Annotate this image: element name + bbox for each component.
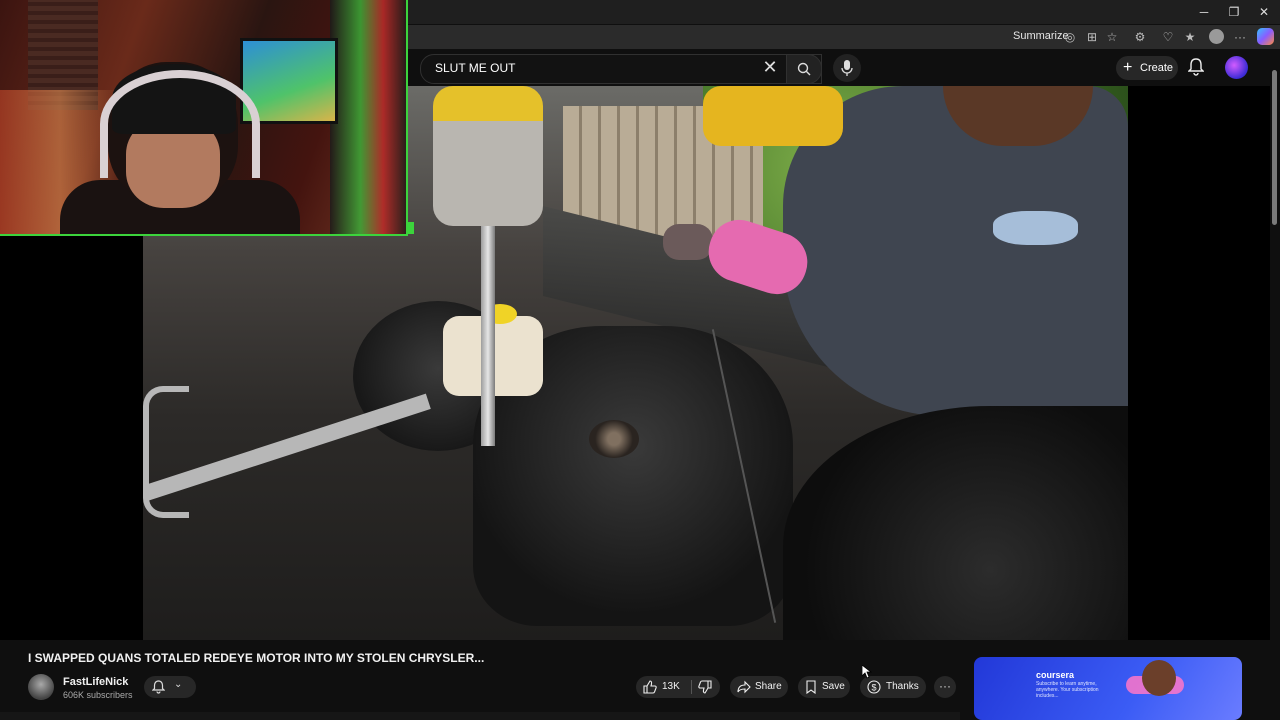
like-count[interactable]: 13K [662, 676, 680, 698]
performance-icon[interactable]: ♡ [1160, 29, 1176, 45]
video-glove-left [663, 224, 713, 260]
super-thanks-icon: $ [867, 680, 881, 694]
sidebar-ad[interactable] [974, 657, 1242, 720]
share-label: Share [755, 681, 782, 692]
account-avatar[interactable] [1225, 56, 1248, 79]
webcam-border-corner [406, 222, 414, 234]
video-impact-drill [433, 86, 543, 226]
browser-toolbar [408, 25, 1280, 49]
reader-icon[interactable]: ◎ [1062, 29, 1078, 45]
summarize-button[interactable]: Summarize [1013, 30, 1069, 42]
copilot-icon[interactable] [1257, 28, 1274, 45]
profile-avatar[interactable] [1209, 29, 1224, 44]
extensions-icon[interactable]: ⚙ [1132, 29, 1148, 45]
chevron-down-icon: ⌄ [174, 679, 183, 690]
subscriber-count: 606K subscribers [63, 690, 133, 700]
share-arrow-icon [737, 680, 751, 694]
create-label: Create [1140, 62, 1174, 74]
microphone-icon [841, 60, 853, 76]
video-wheel-well [783, 406, 1128, 640]
share-button[interactable]: Share [730, 676, 788, 698]
channel-name[interactable]: FastLifeNick [63, 676, 128, 688]
video-strut-nut [589, 420, 639, 458]
notifications-bell-icon[interactable] [1188, 58, 1204, 76]
svg-text:$: $ [871, 683, 876, 693]
video-title: I SWAPPED QUANS TOTALED REDEYE MOTOR INT… [28, 651, 485, 665]
thanks-label: Thanks [886, 681, 919, 692]
ad-person-image [1142, 660, 1176, 696]
save-button[interactable]: Save [798, 676, 850, 698]
thanks-button[interactable]: $ Thanks [860, 676, 926, 698]
browser-menu-icon[interactable]: ··· [1232, 29, 1248, 45]
bell-icon [152, 680, 165, 694]
channel-avatar[interactable] [28, 674, 54, 700]
mouse-cursor-icon [862, 665, 872, 679]
bookmark-icon [806, 680, 816, 694]
like-divider [691, 680, 692, 694]
clear-search-icon[interactable]: ✕ [760, 57, 780, 77]
video-second-drill [703, 86, 843, 146]
scrollbar-thumb[interactable] [1272, 70, 1277, 225]
ad-tagline: Subscribe to learn anytime, anywhere. Yo… [1036, 681, 1099, 699]
thumbs-up-icon[interactable] [643, 680, 657, 694]
video-ac-line-bend [143, 386, 189, 518]
create-button[interactable]: + Create [1116, 56, 1178, 80]
more-actions-button[interactable]: ··· [934, 676, 956, 698]
description-area-top [0, 712, 960, 720]
close-window-button[interactable]: ✕ [1253, 3, 1275, 21]
apps-icon[interactable]: ⊞ [1084, 29, 1100, 45]
favorites-icon[interactable]: ★ [1182, 29, 1198, 45]
page-scrollbar[interactable] [1270, 50, 1280, 720]
search-icon [797, 62, 811, 76]
webcam-headset [100, 70, 260, 178]
plus-icon: + [1123, 59, 1133, 76]
notification-settings-button[interactable]: ⌄ [144, 676, 196, 698]
streamer-webcam-overlay [0, 0, 408, 236]
voice-search-button[interactable] [833, 54, 861, 82]
minimize-button[interactable]: ─ [1193, 3, 1215, 21]
favorite-star-icon[interactable]: ☆ [1104, 29, 1120, 45]
webcam-rgb-light [330, 0, 406, 234]
like-dislike-group: 13K [636, 676, 720, 698]
restore-button[interactable]: ❐ [1223, 3, 1245, 21]
search-query-text: SLUT ME OUT [435, 61, 516, 75]
save-label: Save [822, 681, 845, 692]
search-button[interactable] [786, 54, 822, 84]
video-hoodie-logo [993, 211, 1078, 245]
video-drill-extension [481, 226, 495, 446]
ad-brand-logo: coursera [1036, 670, 1075, 680]
thumbs-down-icon[interactable] [698, 680, 712, 694]
